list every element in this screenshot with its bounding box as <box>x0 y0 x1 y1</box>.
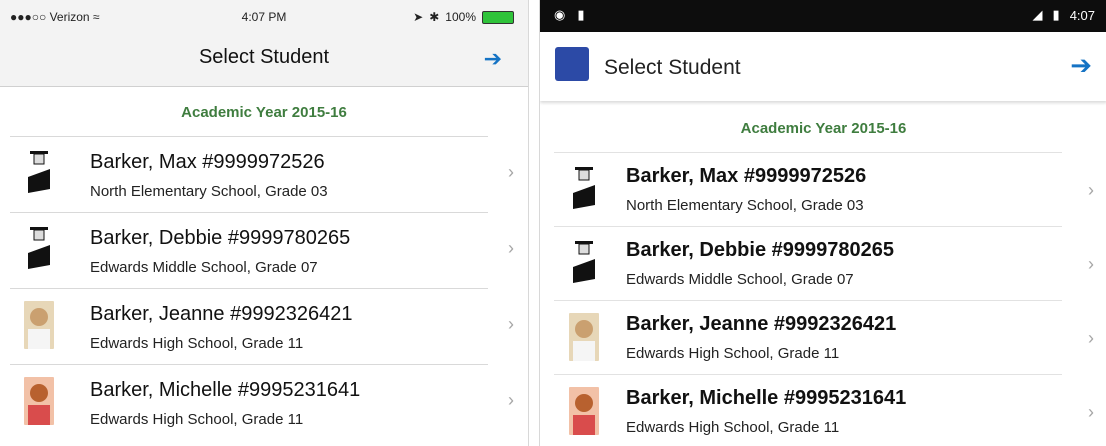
location-icon: ➤ <box>413 10 424 24</box>
status-left: ◉ ▮ <box>554 7 585 23</box>
chevron-right-icon: › <box>1088 254 1094 274</box>
chevron-right-icon: › <box>508 238 514 258</box>
app-circle-icon: ◉ <box>554 7 566 22</box>
student-school: Edwards High School, Grade 11 <box>626 419 840 436</box>
student-school: Edwards High School, Grade 11 <box>90 335 304 352</box>
page-title: Select Student <box>604 56 741 79</box>
status-right: ◢ ▮ 4:07 <box>1033 7 1095 23</box>
academic-year: Academic Year 2015-16 <box>740 120 907 137</box>
student-name: Barker, Jeanne #9992326421 <box>626 313 897 335</box>
student-name: Barker, Debbie #9999780265 <box>626 239 894 261</box>
logout-arrow-icon[interactable]: ➔ <box>484 48 502 70</box>
status-time: 4:07 <box>1069 7 1095 23</box>
battery-percent: 100% <box>445 10 476 24</box>
student-school: Edwards Middle School, Grade 07 <box>626 271 854 288</box>
student-photo-icon <box>569 313 599 361</box>
chevron-right-icon: › <box>1088 402 1094 422</box>
student-row[interactable]: Barker, Jeanne #9992326421 Edwards High … <box>554 300 1094 374</box>
status-right: ➤ ✱ 100% <box>413 10 514 24</box>
academic-year: Academic Year 2015-16 <box>181 104 347 121</box>
student-name: Barker, Jeanne #9992326421 <box>90 303 353 325</box>
chevron-right-icon: › <box>508 390 514 410</box>
ios-status-bar: ●●●○○ Verizon ≈ 4:07 PM ➤ ✱ 100% <box>0 0 528 32</box>
student-name: Barker, Debbie #9999780265 <box>90 227 351 249</box>
student-row[interactable]: Barker, Debbie #9999780265 Edwards Middl… <box>554 226 1094 300</box>
android-app-bar: Select Student ➔ <box>540 32 1106 101</box>
app-logo-icon <box>555 47 589 81</box>
panel-divider <box>529 0 539 446</box>
page-title: Select Student <box>198 46 330 68</box>
ios-nav-bar: Select Student ➔ <box>0 32 528 87</box>
signal-icon: ◢ <box>1032 7 1043 22</box>
android-screen: ◉ ▮ ◢ ▮ 4:07 Select Student ➔ Academic Y… <box>539 0 1106 446</box>
graduate-avatar-icon <box>28 227 50 269</box>
student-list: Barker, Max #9999972526 North Elementary… <box>10 136 514 440</box>
android-status-bar: ◉ ▮ ◢ ▮ 4:07 <box>540 0 1106 32</box>
student-school: Edwards High School, Grade 11 <box>90 411 304 428</box>
ios-screen: ●●●○○ Verizon ≈ 4:07 PM ➤ ✱ 100% Select … <box>0 0 529 446</box>
graduate-avatar-icon <box>573 241 595 283</box>
student-list: Barker, Max #9999972526 North Elementary… <box>554 152 1094 446</box>
student-photo-icon <box>569 387 599 435</box>
sd-card-icon: ▮ <box>577 7 585 22</box>
student-name: Barker, Michelle #9995231641 <box>90 379 361 401</box>
student-school: North Elementary School, Grade 03 <box>90 183 328 200</box>
student-name: Barker, Max #9999972526 <box>626 165 867 187</box>
student-row[interactable]: Barker, Michelle #9995231641 Edwards Hig… <box>10 364 514 440</box>
student-row[interactable]: Barker, Max #9999972526 North Elementary… <box>554 152 1094 226</box>
battery-icon: ▮ <box>1052 7 1060 22</box>
chevron-right-icon: › <box>1088 180 1094 200</box>
student-name: Barker, Max #9999972526 <box>90 151 325 173</box>
student-school: North Elementary School, Grade 03 <box>626 197 864 214</box>
student-photo-icon <box>24 301 54 349</box>
student-row[interactable]: Barker, Max #9999972526 North Elementary… <box>10 136 514 212</box>
logout-arrow-icon[interactable]: ➔ <box>1070 52 1092 78</box>
student-name: Barker, Michelle #9995231641 <box>626 387 907 409</box>
chevron-right-icon: › <box>508 314 514 334</box>
student-row[interactable]: Barker, Michelle #9995231641 Edwards Hig… <box>554 374 1094 446</box>
student-photo-icon <box>24 377 54 425</box>
chevron-right-icon: › <box>1088 328 1094 348</box>
student-school: Edwards Middle School, Grade 07 <box>90 259 318 276</box>
student-school: Edwards High School, Grade 11 <box>626 345 840 362</box>
bluetooth-icon: ✱ <box>429 10 440 24</box>
graduate-avatar-icon <box>28 151 50 193</box>
battery-icon <box>482 10 514 24</box>
graduate-avatar-icon <box>573 167 595 209</box>
chevron-right-icon: › <box>508 162 514 182</box>
student-row[interactable]: Barker, Jeanne #9992326421 Edwards High … <box>10 288 514 364</box>
student-row[interactable]: Barker, Debbie #9999780265 Edwards Middl… <box>10 212 514 288</box>
